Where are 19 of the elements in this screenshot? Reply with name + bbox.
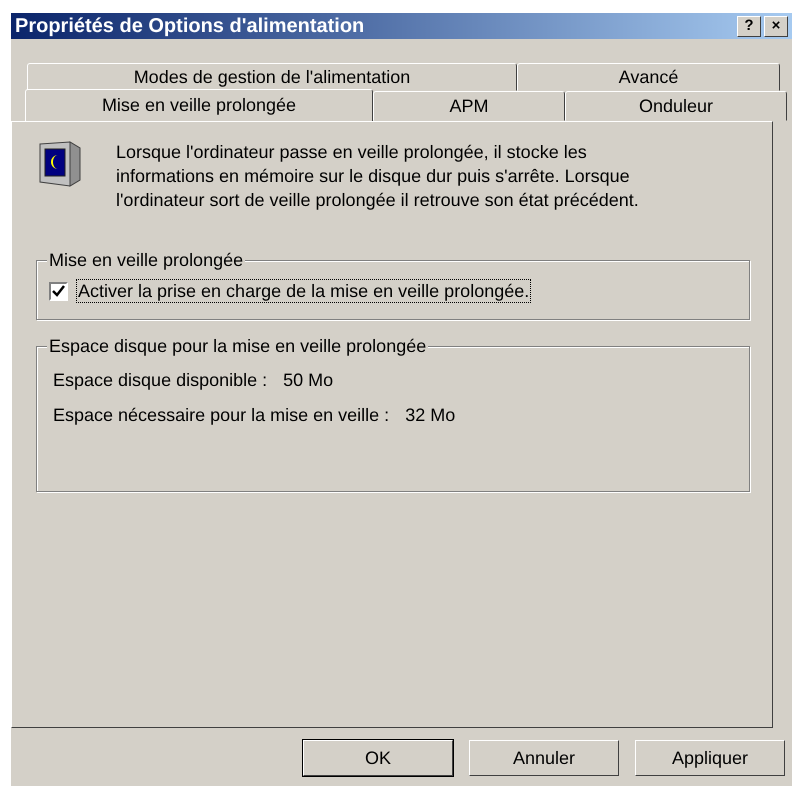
help-button[interactable]: ? bbox=[737, 16, 761, 36]
checkbox-label[interactable]: Activer la prise en charge de la mise en veille prolongée. bbox=[76, 279, 532, 303]
group-title: Mise en veille prolongée bbox=[47, 250, 246, 270]
description-text: Lorsque l'ordinateur passe en veille prolongée, il stocke les informations en mémoire sur le disque dur puis s'arrête. Lorsque l'ordinateur sort de veille prolongée il retrouve son état précédent. bbox=[116, 141, 640, 212]
group-title: Espace disque pour la mise en veille prolongée bbox=[47, 336, 428, 356]
tab[interactable]: APM bbox=[373, 91, 565, 121]
dialog-button[interactable]: Appliquer bbox=[635, 740, 785, 776]
tab[interactable]: Avancé bbox=[517, 63, 780, 91]
dialog-button[interactable]: Annuler bbox=[469, 740, 619, 776]
tab[interactable]: Mise en veille prolongée bbox=[25, 89, 373, 121]
dialog-button[interactable]: OK bbox=[303, 740, 453, 776]
field-label: Espace disque disponible : bbox=[53, 369, 268, 392]
field-label: Espace nécessaire pour la mise en veille : bbox=[53, 404, 390, 427]
tab[interactable]: Modes de gestion de l'alimentation bbox=[27, 63, 517, 91]
close-button[interactable]: × bbox=[764, 16, 788, 36]
window-title: Propriétés de Options d'alimentation bbox=[15, 14, 366, 39]
tab[interactable]: Onduleur bbox=[565, 91, 787, 121]
field-value: 32 Mo bbox=[405, 404, 456, 427]
field-value: 50 Mo bbox=[283, 369, 334, 392]
